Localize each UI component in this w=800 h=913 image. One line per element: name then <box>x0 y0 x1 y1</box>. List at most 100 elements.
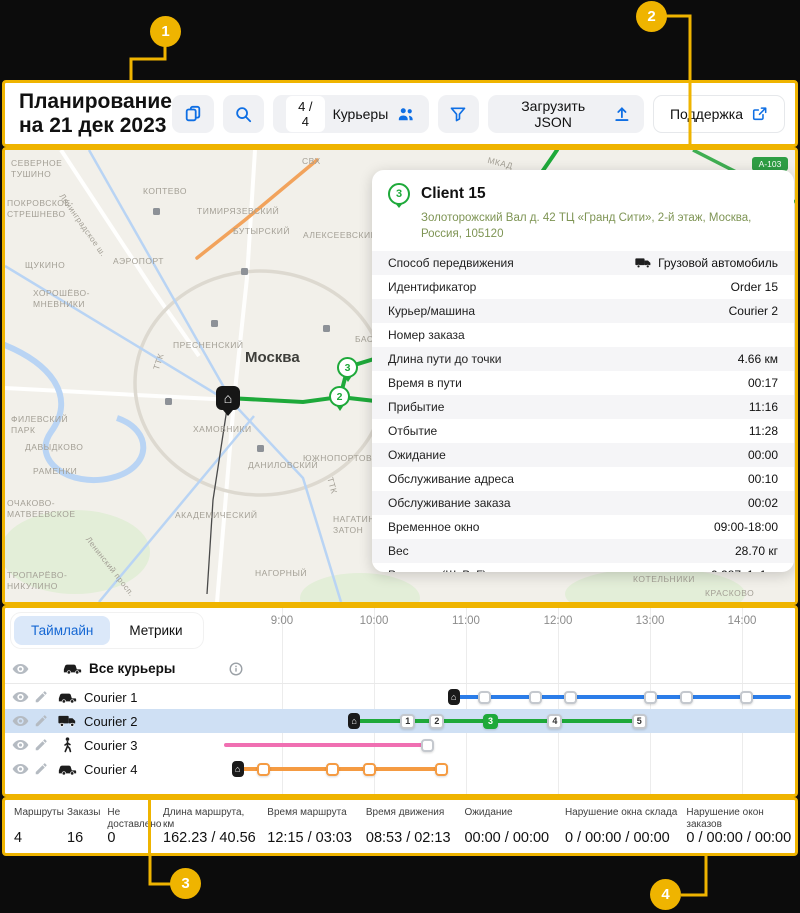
map-district-label: АЛЕКСЕЕВСКИЙ <box>303 230 377 241</box>
map-district-label: БУТЫРСКИЙ <box>233 226 290 237</box>
popup-detail-value: 0.287х1х1 м <box>711 568 778 572</box>
popup-detail-label: Обслуживание заказа <box>388 496 511 511</box>
visibility-toggle[interactable] <box>12 715 29 727</box>
popup-detail-label: Номер заказа <box>388 328 465 343</box>
visibility-toggle[interactable] <box>12 691 29 703</box>
popup-detail-value: 00:17 <box>748 376 778 391</box>
popup-client-address: Золоторожский Вал д. 42 ТЦ «Гранд Сити»,… <box>421 211 783 242</box>
popup-detail-label: Способ передвижения <box>388 256 514 271</box>
popup-detail-row: Прибытие 11:16 <box>372 395 794 419</box>
courier-row-4[interactable]: Courier 4 <box>5 757 795 781</box>
header-toolbar: 4 / 4 Курьеры Загрузить JSON Поддержка <box>172 95 795 133</box>
visibility-toggle[interactable] <box>12 663 29 675</box>
stat-value: 4 <box>14 830 60 846</box>
stat-label: Нарушение окон заказов <box>686 807 795 830</box>
map-district-label: КОТЕЛЬНИКИ <box>633 574 695 585</box>
truck-icon <box>58 715 77 727</box>
page-title-line2: на 21 дек 2023 <box>19 114 172 138</box>
courier-name: Courier 3 <box>84 738 137 753</box>
map-district-label: СВХ <box>302 156 321 167</box>
popup-client-title: Client 15 <box>421 185 486 203</box>
popup-detail-label: Временное окно <box>388 520 479 535</box>
popup-detail-label: Вес <box>388 544 409 559</box>
filter-icon <box>449 105 467 123</box>
callout-4: 4 <box>650 879 681 910</box>
stat-item: Маршруты 4 <box>14 807 60 846</box>
couriers-button[interactable]: 4 / 4 Курьеры <box>273 95 429 133</box>
tab-timeline[interactable]: Таймлайн <box>14 616 110 645</box>
popup-detail-row: Идентификатор Order 15 <box>372 275 794 299</box>
map-section: СЕВЕРНОЕ ТУШИНОПОКРОВСКОЕ- СТРЕШНЕВОКОПТ… <box>2 147 798 605</box>
stat-item: Не доставлено 0 <box>107 807 161 846</box>
edit-route-button[interactable] <box>34 762 48 776</box>
edit-route-button[interactable] <box>34 690 48 704</box>
popup-detail-label: Время в пути <box>388 376 462 391</box>
stat-item: Нарушение окон заказов 0 / 00:00 / 00:00 <box>686 807 795 846</box>
map-order-pin[interactable]: 3 <box>337 357 358 378</box>
client-info-popup: 3 Client 15 Золоторожский Вал д. 42 ТЦ «… <box>372 170 794 572</box>
external-link-icon <box>751 105 768 122</box>
visibility-toggle[interactable] <box>12 739 29 751</box>
popup-detail-row: Номер заказа <box>372 323 794 347</box>
courier-row-3[interactable]: Courier 3 <box>5 733 795 757</box>
stat-value: 0 <box>107 830 161 846</box>
courier-name: Courier 1 <box>84 690 137 705</box>
popup-detail-row: Курьер/машина Courier 2 <box>372 299 794 323</box>
stat-value: 0 / 00:00 / 00:00 <box>565 830 677 846</box>
load-json-button[interactable]: Загрузить JSON <box>488 95 644 133</box>
popup-detail-row: Временное окно 09:00-18:00 <box>372 515 794 539</box>
callout-3: 3 <box>170 868 201 899</box>
popup-detail-row: Отбытие 11:28 <box>372 419 794 443</box>
popup-detail-row: Обслуживание заказа 00:02 <box>372 491 794 515</box>
copy-button[interactable] <box>172 95 214 133</box>
car-icon <box>58 763 77 776</box>
pedestrian-icon <box>62 737 73 753</box>
popup-detail-label: Отбытие <box>388 424 437 439</box>
map-district-label: ФИЛЕВСКИЙ ПАРК <box>11 414 68 436</box>
tab-metrics[interactable]: Метрики <box>112 616 199 645</box>
popup-detail-label: Длина пути до точки <box>388 352 501 367</box>
map-district-label: ТРОПАРЁВО- НИКУЛИНО <box>7 570 67 592</box>
visibility-toggle[interactable] <box>12 763 29 775</box>
stat-label: Маршруты <box>14 807 60 819</box>
map-district-label: КОПТЕВО <box>143 186 187 197</box>
stats-left-group: Маршруты 4 Заказы 16 Не доставлено 0 <box>5 800 148 853</box>
courier-row-1[interactable]: Courier 1 <box>5 685 795 709</box>
map-district-label: АКАДЕМИЧЕСКИЙ <box>175 510 257 521</box>
truck-icon <box>635 257 652 269</box>
support-button[interactable]: Поддержка <box>653 95 785 133</box>
stats-divider <box>148 800 151 853</box>
edit-route-button[interactable] <box>34 738 48 752</box>
popup-detail-label: Прибытие <box>388 400 444 415</box>
courier-name: Courier 4 <box>84 762 137 777</box>
popup-detail-value: 00:02 <box>748 496 778 511</box>
courier-name: Courier 2 <box>84 714 137 729</box>
stat-label: Заказы <box>67 807 100 819</box>
info-icon[interactable] <box>229 662 243 681</box>
stat-label: Не доставлено <box>107 807 161 830</box>
map-district-label: ЩУКИНО <box>25 260 65 271</box>
stat-value: 162.23 / 40.56 <box>163 830 258 846</box>
page-title-line1: Планирование <box>19 90 172 114</box>
popup-detail-value: 11:28 <box>749 424 778 439</box>
all-couriers-row[interactable]: Все курьеры <box>5 654 795 684</box>
search-icon <box>234 105 252 123</box>
popup-detail-value: Courier 2 <box>729 304 778 319</box>
edit-route-button[interactable] <box>34 714 48 728</box>
map-order-pin[interactable]: 2 <box>329 386 350 407</box>
search-button[interactable] <box>223 95 265 133</box>
depot-map-marker[interactable]: ⌂ <box>216 386 240 410</box>
stat-value: 00:00 / 00:00 <box>464 830 555 846</box>
popup-rows[interactable]: Способ передвижения Грузовой автомобиль … <box>372 251 794 572</box>
popup-detail-value: Order 15 <box>731 280 778 295</box>
popup-detail-label: Обслуживание адреса <box>388 472 514 487</box>
courier-row-2[interactable]: Courier 2 <box>5 709 795 733</box>
map-canvas[interactable]: СЕВЕРНОЕ ТУШИНОПОКРОВСКОЕ- СТРЕШНЕВОКОПТ… <box>5 150 795 602</box>
copy-icon <box>184 105 202 123</box>
header-bar: Планирование на 21 дек 2023 4 / 4 Курьер… <box>2 80 798 147</box>
popup-detail-row: Время в пути 00:17 <box>372 371 794 395</box>
filter-button[interactable] <box>438 95 480 133</box>
couriers-count-badge: 4 / 4 <box>286 96 325 132</box>
stat-item: Время маршрута 12:15 / 03:03 <box>267 807 357 846</box>
popup-detail-row: Вес 28.70 кг <box>372 539 794 563</box>
